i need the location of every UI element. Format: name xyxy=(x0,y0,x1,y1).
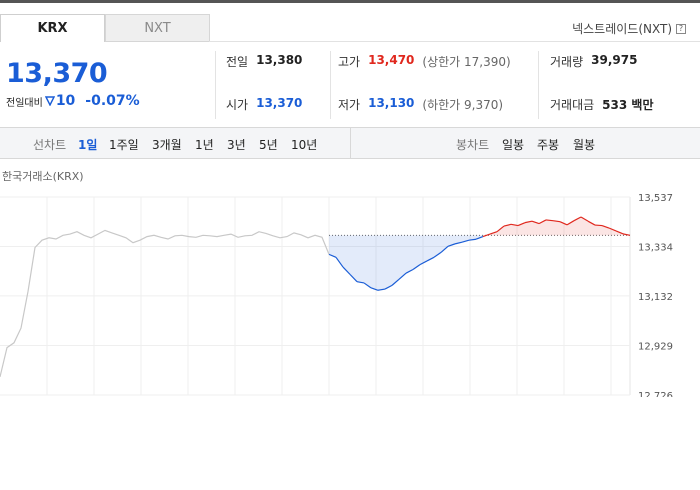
help-icon[interactable]: ? xyxy=(676,23,686,34)
area-up xyxy=(525,221,532,236)
stats-divider xyxy=(215,51,216,119)
line-chart-label: 선차트 xyxy=(33,138,67,152)
stat-open: 시가 13,370 xyxy=(226,96,302,113)
chart-toolbar: 선차트 1일 1주일 3개월 1년 3년 5년 10년 봉차트 일봉 주봉 월봉 xyxy=(0,127,700,159)
stat-low: 저가 13,130 (하한가 9,370) xyxy=(338,96,503,113)
tabs-divider xyxy=(209,41,700,42)
stat-label: 저가 xyxy=(338,98,361,112)
area-down xyxy=(329,235,336,258)
area-down xyxy=(434,235,441,258)
stat-value: 13,130 xyxy=(368,96,415,110)
series-line-up xyxy=(545,219,554,222)
area-down xyxy=(364,235,371,288)
y-tick-label: 12,726 xyxy=(638,391,673,397)
candle-weekly[interactable]: 주봉 xyxy=(537,136,559,153)
stat-sub: (상한가 17,390) xyxy=(422,55,511,69)
down-triangle-icon xyxy=(44,96,55,106)
tab-nxt[interactable]: NXT xyxy=(105,14,210,42)
y-tick-label: 13,334 xyxy=(638,243,673,254)
y-tick-label: 13,132 xyxy=(638,292,673,303)
tab-krx[interactable]: KRX xyxy=(0,14,105,42)
stat-value: 13,380 xyxy=(256,53,303,67)
stat-label: 거래대금 xyxy=(550,98,595,112)
current-price: 13,370 xyxy=(6,58,108,89)
stat-prev-close: 전일 13,380 xyxy=(226,53,302,70)
period-1w[interactable]: 1주일 xyxy=(109,136,139,153)
period-5y[interactable]: 5년 xyxy=(259,136,278,153)
toolbar-divider xyxy=(350,128,351,158)
area-up xyxy=(595,225,602,236)
candle-daily[interactable]: 일봉 xyxy=(502,136,524,153)
period-3y[interactable]: 3년 xyxy=(227,136,246,153)
price-change: 전일대비 10 -0.07% xyxy=(6,93,140,109)
area-down xyxy=(413,235,420,270)
y-tick-label: 12,929 xyxy=(638,341,673,352)
price-chart: 13,537 13,334 13,132 12,929 12,726 xyxy=(0,193,673,397)
area-up xyxy=(546,219,553,236)
stat-label: 전일 xyxy=(226,55,249,69)
change-amount: 10 xyxy=(55,93,76,109)
stat-trade-value: 거래대금 533 백만 xyxy=(550,96,653,113)
area-down xyxy=(420,235,427,265)
period-1d[interactable]: 1일 xyxy=(78,136,97,153)
period-3m[interactable]: 3개월 xyxy=(152,136,182,153)
candle-monthly[interactable]: 월봉 xyxy=(573,136,595,153)
stat-high: 고가 13,470 (상한가 17,390) xyxy=(338,53,511,70)
stat-label: 거래량 xyxy=(550,55,584,69)
period-10y[interactable]: 10년 xyxy=(291,136,317,153)
top-border xyxy=(0,0,700,3)
stat-label: 고가 xyxy=(338,55,361,69)
area-down xyxy=(378,235,385,291)
series-line-previous xyxy=(0,229,330,378)
stat-volume: 거래량 39,975 xyxy=(550,53,637,70)
change-percent: -0.07% xyxy=(85,93,140,109)
area-up xyxy=(511,224,518,236)
market-label: 한국거래소(KRX) xyxy=(2,170,84,183)
candle-chart-label: 봉차트 xyxy=(456,138,490,152)
period-1y[interactable]: 1년 xyxy=(195,136,214,153)
area-down xyxy=(371,235,378,291)
area-down xyxy=(385,235,392,290)
area-down xyxy=(357,235,364,283)
area-down xyxy=(392,235,399,286)
nxt-link-label[interactable]: 넥스트레이드(NXT) xyxy=(572,20,672,37)
change-label: 전일대비 xyxy=(6,97,43,109)
y-tick-label: 13,537 xyxy=(638,193,673,204)
stat-sub: (하한가 9,370) xyxy=(422,98,504,112)
market-tabs: KRX NXT xyxy=(0,14,210,42)
area-down xyxy=(399,235,406,280)
stats-divider xyxy=(330,51,331,119)
stat-label: 시가 xyxy=(226,98,249,112)
area-up xyxy=(553,220,560,236)
stat-value: 533 백만 xyxy=(602,98,654,112)
area-down xyxy=(406,235,413,274)
stat-value: 13,370 xyxy=(256,96,303,110)
area-down xyxy=(427,235,434,261)
stat-value: 39,975 xyxy=(591,53,638,67)
stat-value: 13,470 xyxy=(368,53,415,67)
nxt-link[interactable]: 넥스트레이드(NXT) ? xyxy=(572,20,686,37)
stats-divider xyxy=(538,51,539,119)
